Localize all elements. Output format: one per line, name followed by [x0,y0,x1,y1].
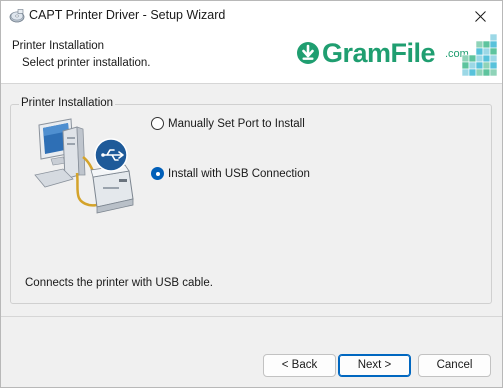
option-manual-port[interactable]: Manually Set Port to Install [151,117,305,130]
setup-wizard-window: CAPT Printer Driver - Setup Wizard Print… [0,0,503,388]
option-manual-port-label[interactable]: Manually Set Port to Install [168,118,305,130]
radio-manual-port[interactable] [151,117,164,130]
divider [1,316,502,317]
window-title: CAPT Printer Driver - Setup Wizard [29,8,226,22]
brand-logo: GramFile .com [296,33,500,81]
close-button[interactable] [458,1,502,31]
brand-name: GramFile [322,38,436,68]
building-blocks-icon [461,33,498,77]
download-arrow-icon [297,42,319,64]
option-usb-connection[interactable]: Install with USB Connection [151,167,310,180]
option-description: Connects the printer with USB cable. [25,277,213,289]
wizard-header: Printer Installation Select printer inst… [1,31,502,84]
cancel-button[interactable]: Cancel [418,354,491,377]
group-box-title: Printer Installation [19,97,116,109]
next-button[interactable]: Next > [338,354,411,377]
back-button[interactable]: < Back [263,354,336,377]
printer-disc-icon [9,9,25,23]
page-subtitle: Select printer installation. [22,57,151,69]
title-bar[interactable]: CAPT Printer Driver - Setup Wizard [1,1,502,31]
radio-usb-connection[interactable] [151,167,164,180]
page-title: Printer Installation [12,40,105,52]
close-icon [474,10,486,22]
option-usb-connection-label[interactable]: Install with USB Connection [168,168,310,180]
computer-usb-printer-icon [34,118,134,214]
